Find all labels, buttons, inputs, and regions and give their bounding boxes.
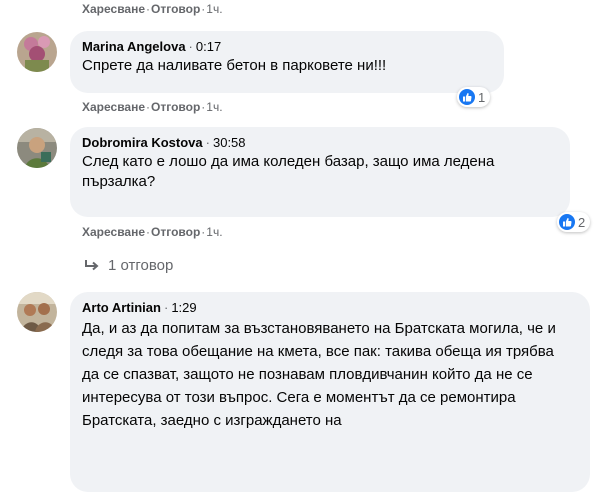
avatar[interactable] (17, 128, 57, 168)
comment-header: Marina Angelova · 0:17 (82, 38, 492, 56)
comment-actions: Харесване·Отговор·1ч. (82, 100, 223, 114)
comment-text: Да, и аз да попитам за възстановяването … (82, 320, 556, 429)
comment-text: Спрете да наливате бетон в парковете ни!… (82, 57, 387, 74)
comment-header: Arto Artinian · 1:29 (82, 299, 578, 317)
comment-timestamp[interactable]: 1:29 (171, 300, 196, 315)
reaction-count: 1 (478, 89, 486, 105)
reaction-count: 2 (578, 214, 586, 230)
avatar[interactable] (17, 292, 57, 332)
comment-author[interactable]: Dobromira Kostova (82, 135, 203, 150)
comment-actions: Харесване·Отговор·1ч. (82, 225, 223, 239)
comment-author[interactable]: Arto Artinian (82, 300, 161, 315)
comment-time[interactable]: 1ч. (206, 225, 222, 239)
comment-timestamp[interactable]: 30:58 (213, 135, 246, 150)
like-link[interactable]: Харесване (82, 100, 145, 114)
avatar[interactable] (17, 32, 57, 72)
like-link[interactable]: Харесване (82, 225, 145, 239)
comment-bubble: Dobromira Kostova · 30:58 След като е лошо… (70, 127, 570, 217)
comment-actions-top: Харесване·Отговор·1ч. (82, 2, 223, 16)
separator: · (163, 300, 169, 315)
comment-author[interactable]: Marina Angelova (82, 39, 186, 54)
reply-link[interactable]: Отговор (151, 100, 200, 114)
comment-bubble: Marina Angelova · 0:17 Спрете да наливате … (70, 31, 504, 93)
view-replies-link[interactable]: 1 отговор (84, 257, 173, 274)
comment-bubble: Arto Artinian · 1:29 Да, и аз да попитам з… (70, 292, 590, 492)
comment-timestamp[interactable]: 0:17 (196, 39, 221, 54)
reply-link[interactable]: Отговор (151, 225, 200, 239)
comment-text: След като е лошо да има коледен базар, з… (82, 153, 495, 190)
comment-header: Dobromira Kostova · 30:58 (82, 134, 558, 152)
reply-arrow-icon (85, 259, 99, 270)
like-link[interactable]: Харесване (82, 2, 145, 16)
comment-time[interactable]: 1ч. (206, 2, 222, 16)
separator: · (205, 135, 210, 150)
reply-link[interactable]: Отговор (151, 2, 200, 16)
thumbs-up-icon (559, 214, 575, 230)
replies-count: 1 отговор (108, 257, 174, 274)
comment-time[interactable]: 1ч. (206, 100, 222, 114)
reaction-summary[interactable]: 2 (557, 212, 591, 232)
reaction-summary[interactable]: 1 (457, 87, 491, 107)
thumbs-up-icon (459, 89, 475, 105)
separator: · (188, 39, 193, 54)
